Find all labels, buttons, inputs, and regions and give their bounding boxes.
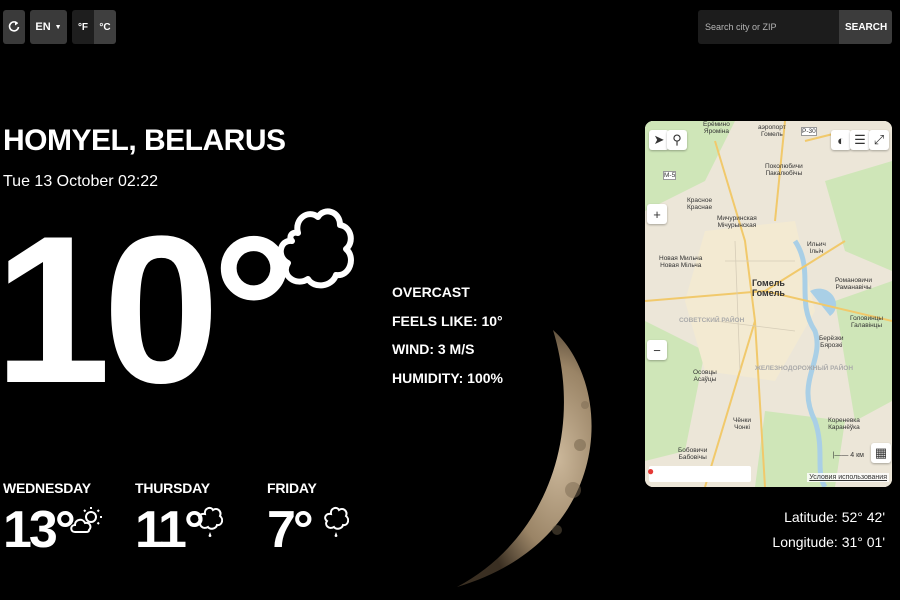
current-datetime: Tue 13 October 02:22 — [3, 173, 159, 190]
unit-toggle: °F °C — [72, 10, 116, 44]
map-place-label: Ерёмино Яромiна — [703, 121, 730, 136]
road-label: М-5 — [663, 171, 677, 181]
map-search-button[interactable]: ⚲ — [667, 130, 687, 150]
forecast-day-name: FRIDAY — [267, 480, 317, 496]
map-place-label: Берёзки Бярозкi — [819, 335, 844, 350]
search-form: SEARCH — [698, 10, 892, 44]
location-map[interactable]: ➤ ⚲ ◐ ☰ ⤢ + − ▦ Ерёмино Яромiна аэропорт Г… — [645, 121, 892, 487]
map-place-label: Поколюбичи Пакалюбiчы — [765, 163, 803, 178]
current-temperature: 10° — [0, 192, 296, 427]
location-title: HOMYEL, BELARUS — [3, 124, 286, 157]
cloud-rain-icon — [324, 506, 349, 538]
map-place-label: Романовичи Раманавiчы — [835, 277, 873, 292]
longitude: Longitude: 31° 01' — [772, 534, 885, 550]
language-label: EN — [35, 21, 51, 33]
partly-cloudy-sun-icon — [70, 507, 102, 533]
map-place-label: Мичуринская Мiчурынская — [717, 215, 757, 230]
map-traffic-button[interactable]: ◐ — [831, 130, 851, 150]
map-layers-button[interactable]: ☰ — [850, 130, 870, 150]
zoom-out-button[interactable]: − — [647, 340, 667, 360]
forecast-temperature: 13° — [3, 501, 76, 559]
refresh-background-button[interactable] — [3, 10, 25, 44]
map-place-label: Чёнки Чонкi — [733, 417, 752, 432]
map-place-label: Бобовичи Бабовiчы — [678, 447, 708, 462]
road-label: Р-30 — [801, 127, 817, 137]
map-fullscreen-button[interactable]: ⤢ — [869, 130, 889, 150]
map-place-label: Красное Краснае — [687, 197, 713, 212]
forecast-day: FRIDAY 7° — [267, 480, 349, 556]
forecast-day: THURSDAY 11° — [135, 480, 223, 556]
celsius-button[interactable]: °C — [94, 10, 116, 44]
map-scale: |—— 4 км — [832, 452, 864, 459]
map-city-label: Гомель Гомель — [752, 278, 785, 299]
forecast-day-name: WEDNESDAY — [3, 480, 91, 496]
moon-image — [457, 330, 592, 587]
map-place-label: Осовцы Асаўцы — [693, 369, 717, 384]
map-place-label: аэропорт Гомель — [758, 124, 786, 139]
language-select[interactable]: EN ▼ — [30, 10, 67, 44]
forecast-temperature: 7° — [267, 501, 314, 559]
forecast-temperature: 11° — [135, 501, 205, 559]
map-place-label: Кореневка Каранёўка — [828, 417, 860, 432]
map-terms-link[interactable]: Условия использования — [807, 473, 889, 482]
locate-me-button[interactable]: ➤ — [649, 130, 669, 150]
map-pin-icon: ● — [647, 464, 655, 478]
ruler-button[interactable]: ▦ — [871, 443, 891, 463]
latitude: Latitude: 52° 42' — [784, 509, 885, 525]
fahrenheit-button[interactable]: °F — [72, 10, 94, 44]
map-place-label: Головинцы Галавiнцы — [850, 315, 884, 330]
search-button[interactable]: SEARCH — [839, 10, 892, 44]
cloud-rain-icon — [198, 506, 223, 538]
cloud-icon — [277, 208, 354, 289]
coordinates: Latitude: 52° 42' Longitude: 31° 01' — [772, 509, 885, 559]
chevron-down-icon: ▼ — [54, 23, 62, 31]
map-place-label: Новая Мильча Новая Мiльча — [659, 255, 703, 270]
condition-text: OVERCAST — [392, 284, 470, 300]
map-place-label: Ильич Iльiч — [807, 241, 826, 256]
forecast-day-name: THURSDAY — [135, 480, 210, 496]
refresh-icon — [8, 21, 20, 32]
map-district-label: СОВЕТСКИЙ РАЙОН — [679, 317, 745, 324]
forecast-day: WEDNESDAY 13° — [3, 480, 102, 556]
zoom-in-button[interactable]: + — [647, 204, 667, 224]
map-district-label: ЖЕЛЕЗНОДОРОЖНЫЙ РАЙОН — [755, 365, 854, 372]
map-address-bar[interactable]: ● — [647, 464, 751, 482]
search-input[interactable] — [698, 10, 839, 44]
